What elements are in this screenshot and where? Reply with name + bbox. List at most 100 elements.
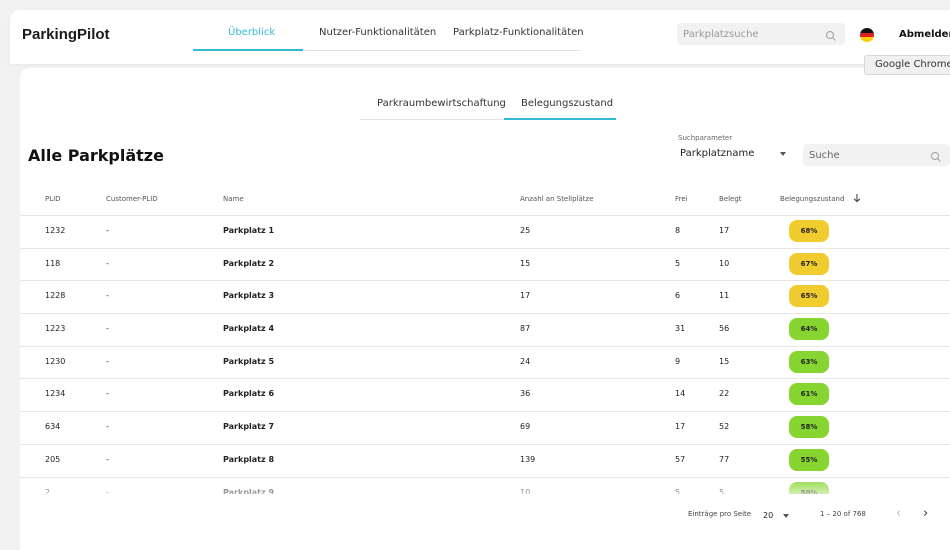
cell-anzahl: 25	[520, 226, 531, 235]
cell-anzahl: 17	[520, 291, 531, 301]
cell-customer-plid: -	[106, 356, 109, 366]
table-search-input[interactable]	[809, 147, 919, 163]
status-badge: 68%	[789, 220, 829, 242]
tab-nutzer-funktionalitaeten[interactable]: Nutzer-Funktionalitäten	[319, 27, 436, 38]
cell-name: Parkplatz 6	[223, 389, 275, 399]
subtab-parkraumbewirtschaftung[interactable]: Parkraumbewirtschaftung	[377, 98, 506, 109]
cell-plid: 1223	[45, 324, 66, 334]
cell-belegt: 10	[719, 258, 730, 268]
status-badge: 61%	[789, 383, 829, 406]
pagination-range: 1 – 20 of 768	[820, 510, 866, 518]
cell-plid: 205	[45, 454, 61, 464]
tab-parkplatz-funktionalitaeten[interactable]: Parkplatz-Funktionalitäten	[453, 27, 584, 38]
cell-plid: 1230	[45, 356, 66, 366]
parking-search-box[interactable]	[677, 23, 845, 45]
subtab-belegungszustand[interactable]: Belegungszustand	[521, 98, 613, 109]
cell-name: Parkplatz 3	[223, 291, 275, 301]
status-badge: 65%	[789, 285, 829, 308]
table-header: PLID Customer-PLID Name Anzahl an Stellp…	[20, 190, 950, 216]
cell-customer-plid: -	[106, 422, 109, 432]
cell-name: Parkplatz 2	[223, 258, 275, 268]
cell-frei: 31	[675, 324, 686, 334]
active-tab-indicator	[193, 49, 303, 51]
per-page-label: Einträge pro Seite	[688, 510, 752, 518]
table-row[interactable]: 1223 - Parkplatz 4 87 31 56 64%	[20, 314, 950, 347]
cell-belegt: 17	[719, 226, 730, 235]
chevron-down-icon[interactable]	[780, 152, 786, 156]
cell-name: Parkplatz 4	[223, 324, 275, 334]
status-badge: 67%	[789, 252, 829, 275]
cell-customer-plid: -	[106, 454, 109, 464]
subtab-divider	[360, 119, 505, 120]
status-badge: 64%	[789, 318, 829, 341]
status-badge: 55%	[789, 448, 829, 471]
chevron-down-icon[interactable]	[783, 514, 789, 518]
tab-ueberblick[interactable]: Überblick	[228, 27, 275, 38]
column-header-customer-plid[interactable]: Customer-PLID	[106, 195, 158, 203]
cell-belegt: 15	[719, 356, 730, 366]
cell-frei: 14	[675, 389, 686, 399]
cell-anzahl: 87	[520, 324, 531, 334]
column-header-plid[interactable]: PLID	[45, 195, 61, 203]
search-icon[interactable]	[825, 27, 837, 46]
table-row[interactable]: 118 - Parkplatz 2 15 5 10 67%	[20, 249, 950, 282]
sort-arrow-down-icon[interactable]	[853, 193, 861, 205]
table-row[interactable]: 1232 - Parkplatz 1 25 8 17 68%	[20, 216, 950, 249]
cell-customer-plid: -	[106, 324, 109, 334]
logout-button[interactable]: Abmelden	[899, 29, 950, 40]
cell-name: Parkplatz 8	[223, 454, 275, 464]
table-row[interactable]: 1230 - Parkplatz 5 24 9 15 63%	[20, 347, 950, 380]
cell-frei: 9	[675, 356, 681, 366]
browser-tooltip: Google Chrome	[864, 55, 950, 75]
status-badge: 63%	[789, 350, 829, 373]
search-parameter-label: Suchparameter	[678, 134, 733, 142]
cell-frei: 57	[675, 454, 686, 464]
column-header-frei[interactable]: Frei	[675, 195, 688, 203]
cell-belegt: 52	[719, 422, 730, 432]
table-search-box[interactable]	[803, 144, 950, 166]
table-row[interactable]: 205 - Parkplatz 8 139 57 77 55%	[20, 445, 950, 478]
cell-frei: 8	[675, 226, 681, 235]
table-body: 1232- Parkplatz 1 25 8 17 68% 118- Parkplatz 21…	[20, 216, 950, 494]
cell-anzahl: 36	[520, 389, 531, 399]
cell-frei: 5	[675, 258, 681, 268]
column-header-anzahl-stellplaetze[interactable]: Anzahl an Stellplätze	[520, 195, 594, 203]
active-subtab-indicator	[504, 118, 616, 120]
cell-anzahl: 24	[520, 356, 531, 366]
cell-customer-plid: -	[106, 291, 109, 301]
search-icon[interactable]	[930, 148, 942, 167]
top-nav-bar: ParkingPilot Überblick Nutzer-Funktional…	[10, 10, 950, 64]
column-header-belegungszustand[interactable]: Belegungszustand	[780, 195, 844, 203]
cell-plid: 1234	[45, 389, 66, 399]
column-header-name[interactable]: Name	[223, 195, 244, 203]
next-page-icon[interactable]: ›	[923, 506, 928, 521]
tab-divider	[303, 50, 581, 51]
cell-frei: 6	[675, 291, 681, 301]
table-row[interactable]: 1234 - Parkplatz 6 36 14 22 61%	[20, 379, 950, 413]
german-flag-icon[interactable]	[860, 28, 874, 42]
search-parameter-select[interactable]: Parkplatzname	[680, 148, 754, 159]
status-badge: 58%	[789, 416, 829, 439]
cell-frei: 17	[675, 422, 686, 432]
cell-anzahl: 139	[520, 454, 536, 464]
cell-belegt: 11	[719, 291, 730, 301]
table-row[interactable]: 1228 - Parkplatz 3 17 6 11 65%	[20, 281, 950, 315]
cell-anzahl: 69	[520, 422, 531, 432]
cell-customer-plid: -	[106, 389, 109, 399]
cell-name: Parkplatz 5	[223, 356, 275, 366]
cell-name: Parkplatz 1	[223, 226, 275, 235]
table-row[interactable]: 634 - Parkplatz 7 69 17 52 58%	[20, 412, 950, 445]
cell-plid: 1228	[45, 291, 66, 301]
column-header-belegt[interactable]: Belegt	[719, 195, 742, 203]
parking-search-input[interactable]	[683, 26, 813, 42]
previous-page-icon[interactable]: ‹	[896, 506, 901, 521]
main-panel: Parkraumbewirtschaftung Belegungszustand…	[20, 68, 950, 550]
cell-belegt: 77	[719, 454, 730, 464]
cell-belegt: 22	[719, 389, 730, 399]
cell-belegt: 56	[719, 324, 730, 334]
brand-logo[interactable]: ParkingPilot	[22, 26, 110, 43]
scroll-fade	[20, 476, 950, 496]
cell-name: Parkplatz 7	[223, 422, 275, 432]
cell-customer-plid: -	[106, 258, 109, 268]
per-page-select[interactable]: 20	[763, 511, 773, 520]
